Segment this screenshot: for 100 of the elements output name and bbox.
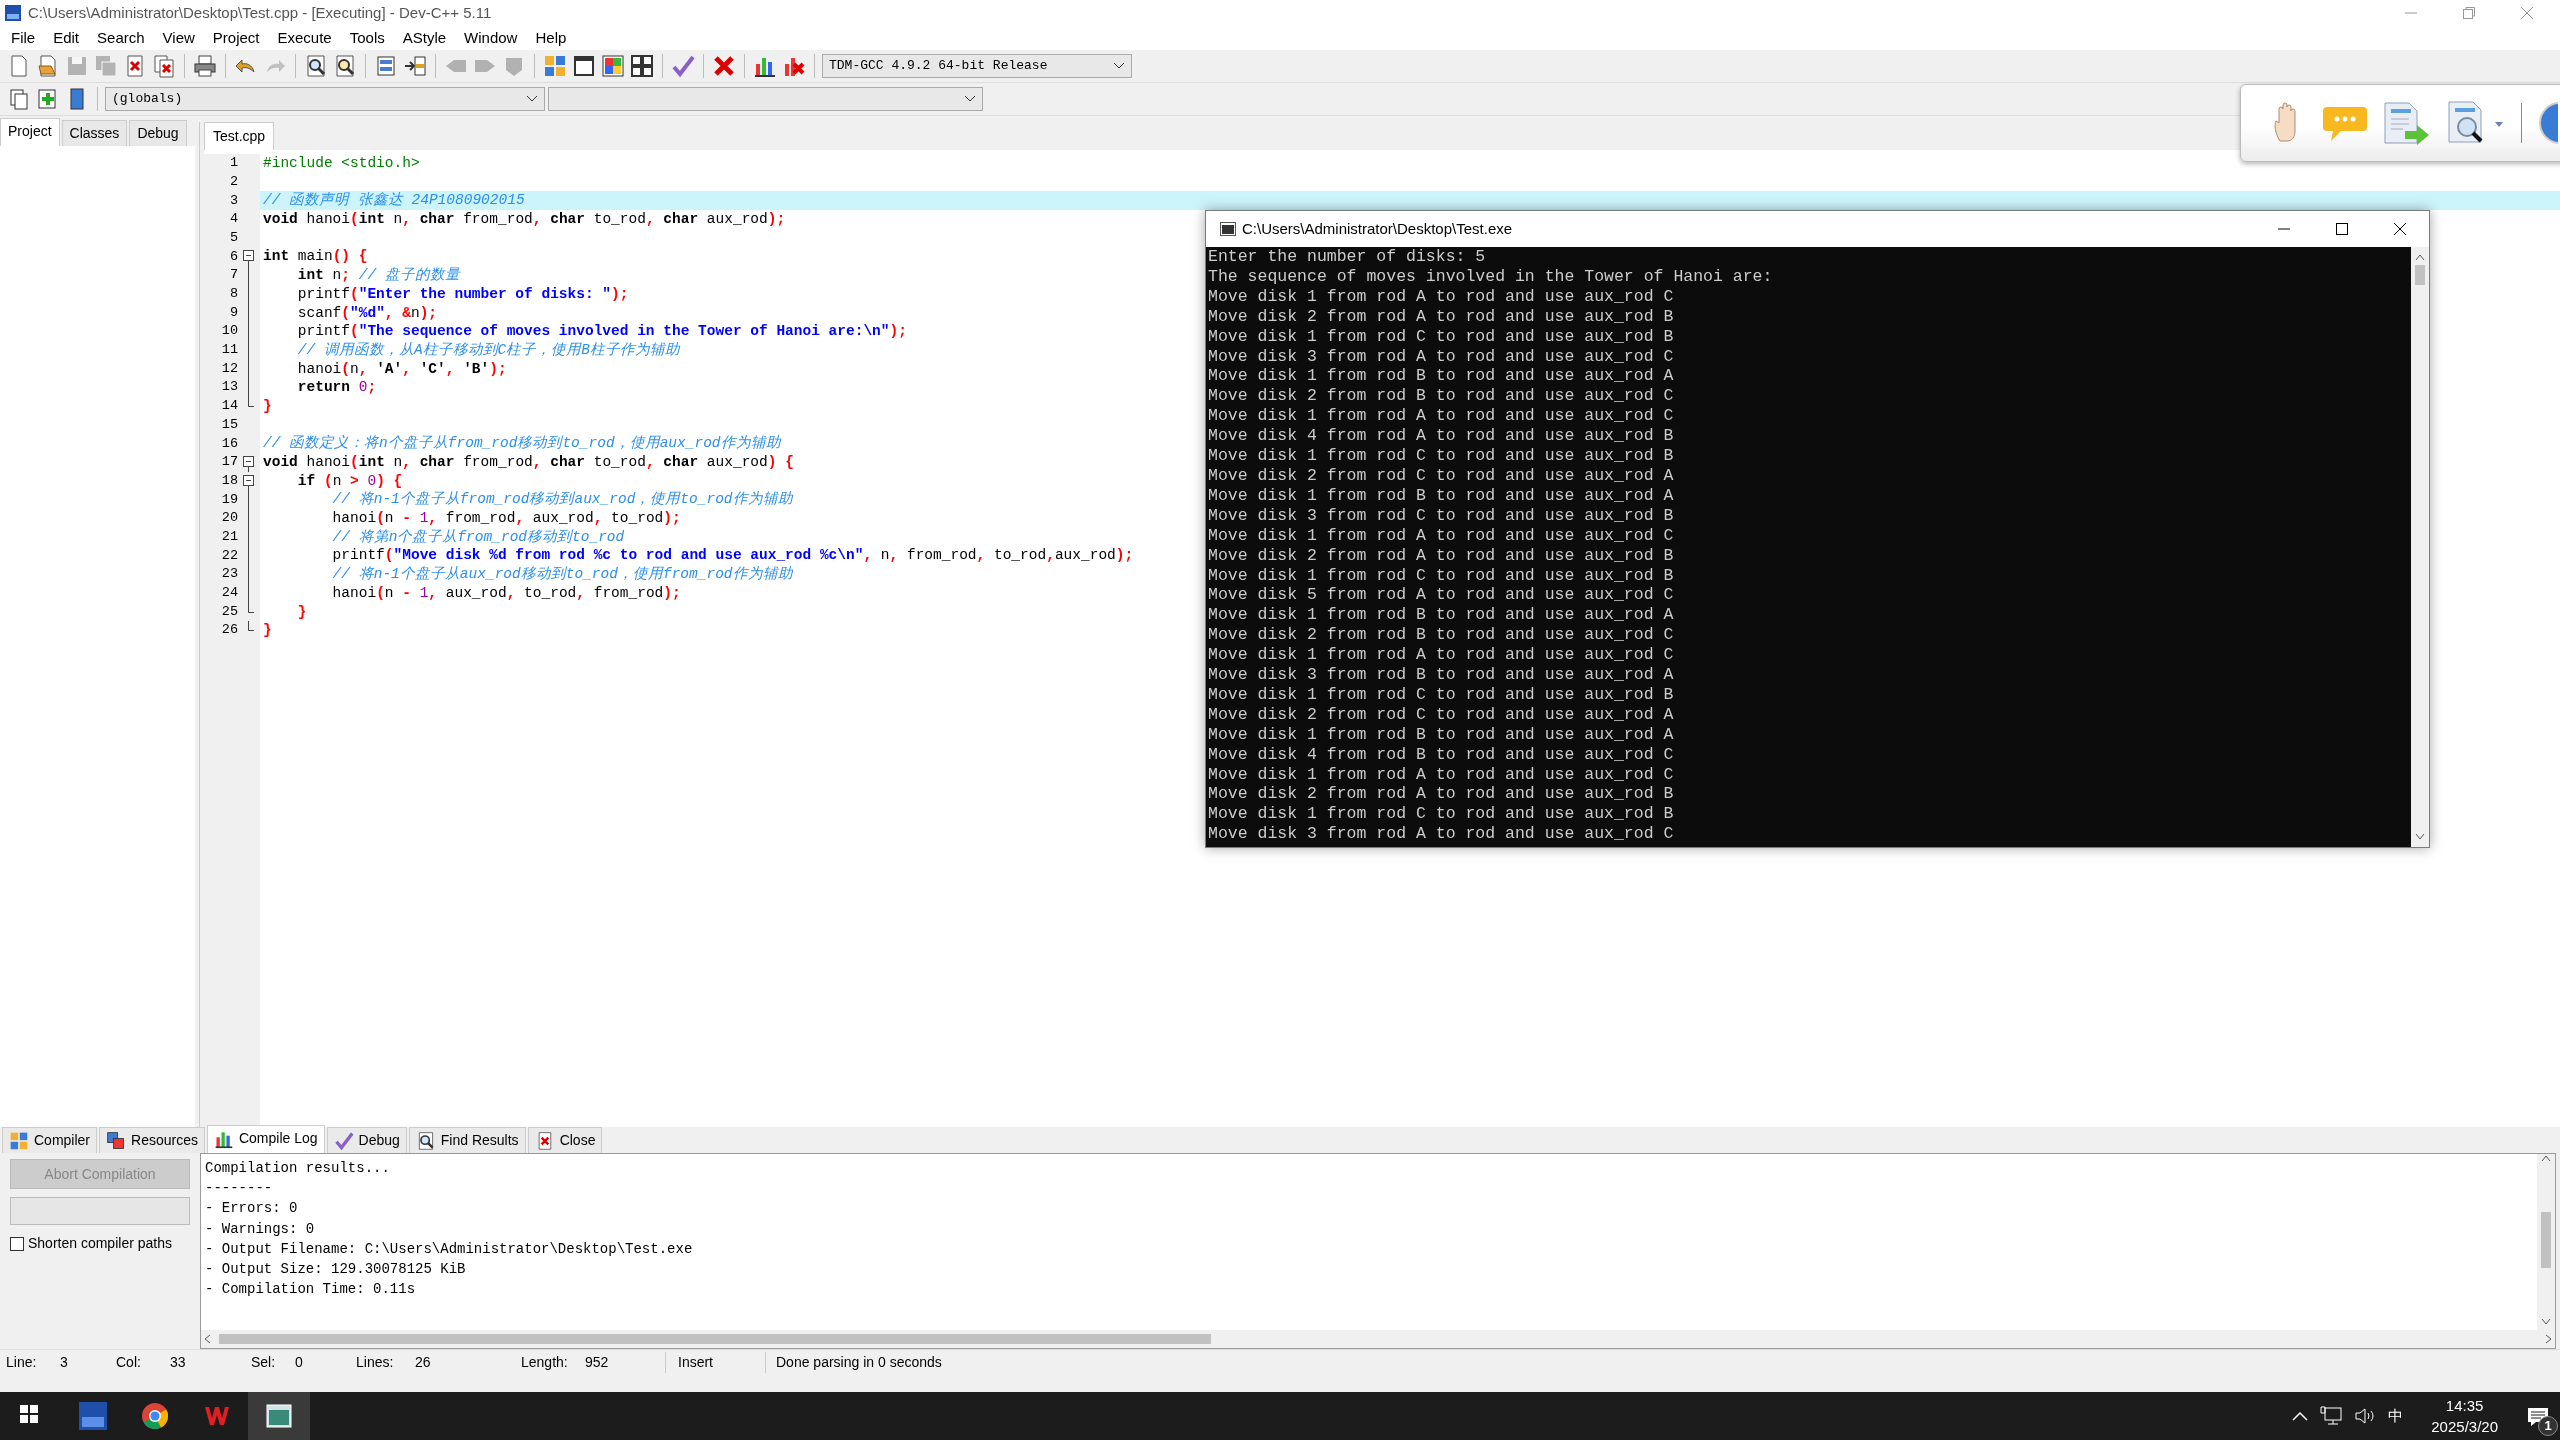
collapse-icon[interactable] <box>243 250 254 267</box>
scrollbar-thumb[interactable] <box>2413 265 2427 285</box>
chevron-up-icon[interactable] <box>2292 1411 2309 1421</box>
status-label: Length: <box>520 1353 569 1372</box>
compiler-dropdown[interactable]: TDM-GCC 4.9.2 64-bit Release <box>822 54 1132 78</box>
scope-dropdown[interactable]: (globals) <box>105 87 545 111</box>
toolbar-button[interactable] <box>192 53 218 79</box>
tiles-icon <box>9 1130 29 1151</box>
line-number: 9 <box>228 303 239 322</box>
status-value: 26 <box>415 1353 432 1372</box>
console-icon[interactable] <box>265 1402 293 1430</box>
code-line: hanoi(n - 1, from_rod, aux_rod, to_rod); <box>331 509 681 528</box>
line-number: 21 <box>220 527 239 546</box>
log-line: - Output Size: 129.30078125 KiB <box>205 1260 467 1279</box>
console-line: Move disk 4 from rod A to rod and use aux_rod B <box>1208 426 1675 447</box>
status-value: 33 <box>170 1353 187 1372</box>
notification-badge: 1 <box>2538 1415 2558 1436</box>
status-value: 3 <box>60 1353 69 1372</box>
menu-item[interactable]: View <box>153 26 204 50</box>
find-icon <box>304 54 328 78</box>
scroll-up-icon[interactable] <box>2541 1154 2551 1162</box>
line-number: 6 <box>228 247 239 266</box>
panel-tab[interactable]: Resources <box>99 1127 205 1153</box>
collapse-icon[interactable] <box>243 474 254 491</box>
close-icon[interactable] <box>2393 222 2407 236</box>
console-line: Move disk 1 from rod C to rod and use aux_rod B <box>1208 804 1675 825</box>
toolbar-button[interactable] <box>571 53 597 79</box>
resources-icon <box>106 1130 126 1151</box>
console-line: Move disk 2 from rod B to rod and use aux_rod C <box>1208 625 1675 646</box>
input-method-indicator[interactable]: 中 <box>2388 1404 2404 1428</box>
status-value: 0 <box>295 1353 304 1372</box>
status-label: Lines: <box>355 1353 395 1372</box>
caret-icon <box>526 95 538 103</box>
code-line: void hanoi(int n, char from_rod, char to_rod, char aux_rod); <box>262 210 786 229</box>
scroll-down-icon[interactable] <box>2541 1318 2551 1326</box>
console-line: Move disk 1 from rod B to rod and use aux_rod A <box>1208 724 1675 745</box>
fold-end-line <box>248 602 254 613</box>
menu-item[interactable]: Search <box>88 26 154 50</box>
code-line: hanoi(n, 'A', 'C', 'B'); <box>296 359 507 379</box>
scroll-down-icon[interactable] <box>2415 833 2425 841</box>
line-number: 12 <box>220 359 239 378</box>
panel-tab[interactable]: Close <box>527 1127 603 1153</box>
ide-icon[interactable] <box>79 1402 107 1430</box>
checkbox-label[interactable]: Shorten compiler paths <box>28 1233 172 1254</box>
panel-tab[interactable]: Classes <box>61 120 128 146</box>
menu-item[interactable]: Execute <box>268 26 341 50</box>
line-number: 25 <box>220 602 239 621</box>
delete-icon <box>712 54 736 78</box>
line-number: 18 <box>220 471 239 490</box>
maximize-icon[interactable] <box>2335 222 2349 236</box>
collapse-icon[interactable] <box>243 456 254 472</box>
replace-icon <box>333 54 357 78</box>
checkbox[interactable] <box>10 1236 24 1251</box>
document-search-icon[interactable] <box>2447 100 2505 146</box>
line-number: 10 <box>220 322 239 341</box>
network-icon[interactable] <box>2320 1406 2343 1426</box>
browser-icon[interactable] <box>141 1402 169 1430</box>
code-line: void hanoi(int n, char from_rod, char to_rod, char aux_rod) { <box>262 453 794 472</box>
line-number: 1 <box>228 154 239 173</box>
panel-tab[interactable]: Find Results <box>408 1127 526 1153</box>
fold-end-line <box>248 396 254 407</box>
line-number: 16 <box>220 434 239 453</box>
console-line: Move disk 2 from rod B to rod and use aux_rod C <box>1208 386 1675 407</box>
code-line: int main() { <box>262 247 368 267</box>
panel-tab[interactable]: Compiler <box>2 1127 97 1153</box>
globe-icon[interactable] <box>2538 101 2558 145</box>
menu-item[interactable]: Tools <box>340 26 394 50</box>
log-line: - Compilation Time: 0.11s <box>205 1280 417 1300</box>
panel-tab[interactable]: Debug <box>326 1127 407 1153</box>
console-line: Move disk 2 from rod C to rod and use aux_rod A <box>1208 704 1675 725</box>
clock[interactable]: 14:35 2025/3/20 <box>2431 1395 2498 1437</box>
document-arrow-icon[interactable] <box>2383 101 2431 145</box>
console-line: Move disk 1 from rod A to rod and use aux_rod C <box>1208 406 1675 427</box>
console-line: Move disk 1 from rod A to rod and use aux_rod C <box>1208 525 1675 546</box>
menu-item[interactable]: Help <box>526 26 576 50</box>
scroll-up-icon[interactable] <box>2415 253 2425 261</box>
volume-icon[interactable] <box>2354 1406 2377 1426</box>
print-icon <box>193 54 217 78</box>
menu-item[interactable]: AStyle <box>393 26 456 50</box>
code-line: printf("The sequence of moves involved in the Tower of Hanoi are:\n"); <box>296 322 907 341</box>
line-number: 26 <box>220 621 239 640</box>
toolbar-button[interactable] <box>402 53 428 79</box>
file-tab[interactable]: Test.cpp <box>204 122 275 150</box>
menu-item[interactable]: Project <box>203 26 269 50</box>
menu-item[interactable]: File <box>2 26 45 50</box>
status-label: Sel: <box>250 1353 277 1372</box>
panel-tab[interactable]: Debug <box>129 120 187 146</box>
log-line: -------- <box>205 1179 274 1199</box>
panel-tab[interactable]: Compile Log <box>206 1125 325 1153</box>
app-icon <box>4 4 22 22</box>
line-number: 17 <box>220 453 239 472</box>
log-line: - Errors: 0 <box>205 1199 299 1219</box>
menu-item[interactable]: Window <box>455 26 527 50</box>
restore-icon[interactable] <box>2462 6 2476 20</box>
console-line: Move disk 1 from rod A to rod and use aux_rod C <box>1208 645 1675 666</box>
scrollbar-thumb[interactable] <box>2539 1212 2553 1268</box>
panel-tab[interactable]: Project <box>0 118 60 146</box>
menu-item[interactable]: Edit <box>44 26 89 50</box>
grid-icon <box>630 54 654 78</box>
toolbar-button[interactable] <box>629 53 655 79</box>
